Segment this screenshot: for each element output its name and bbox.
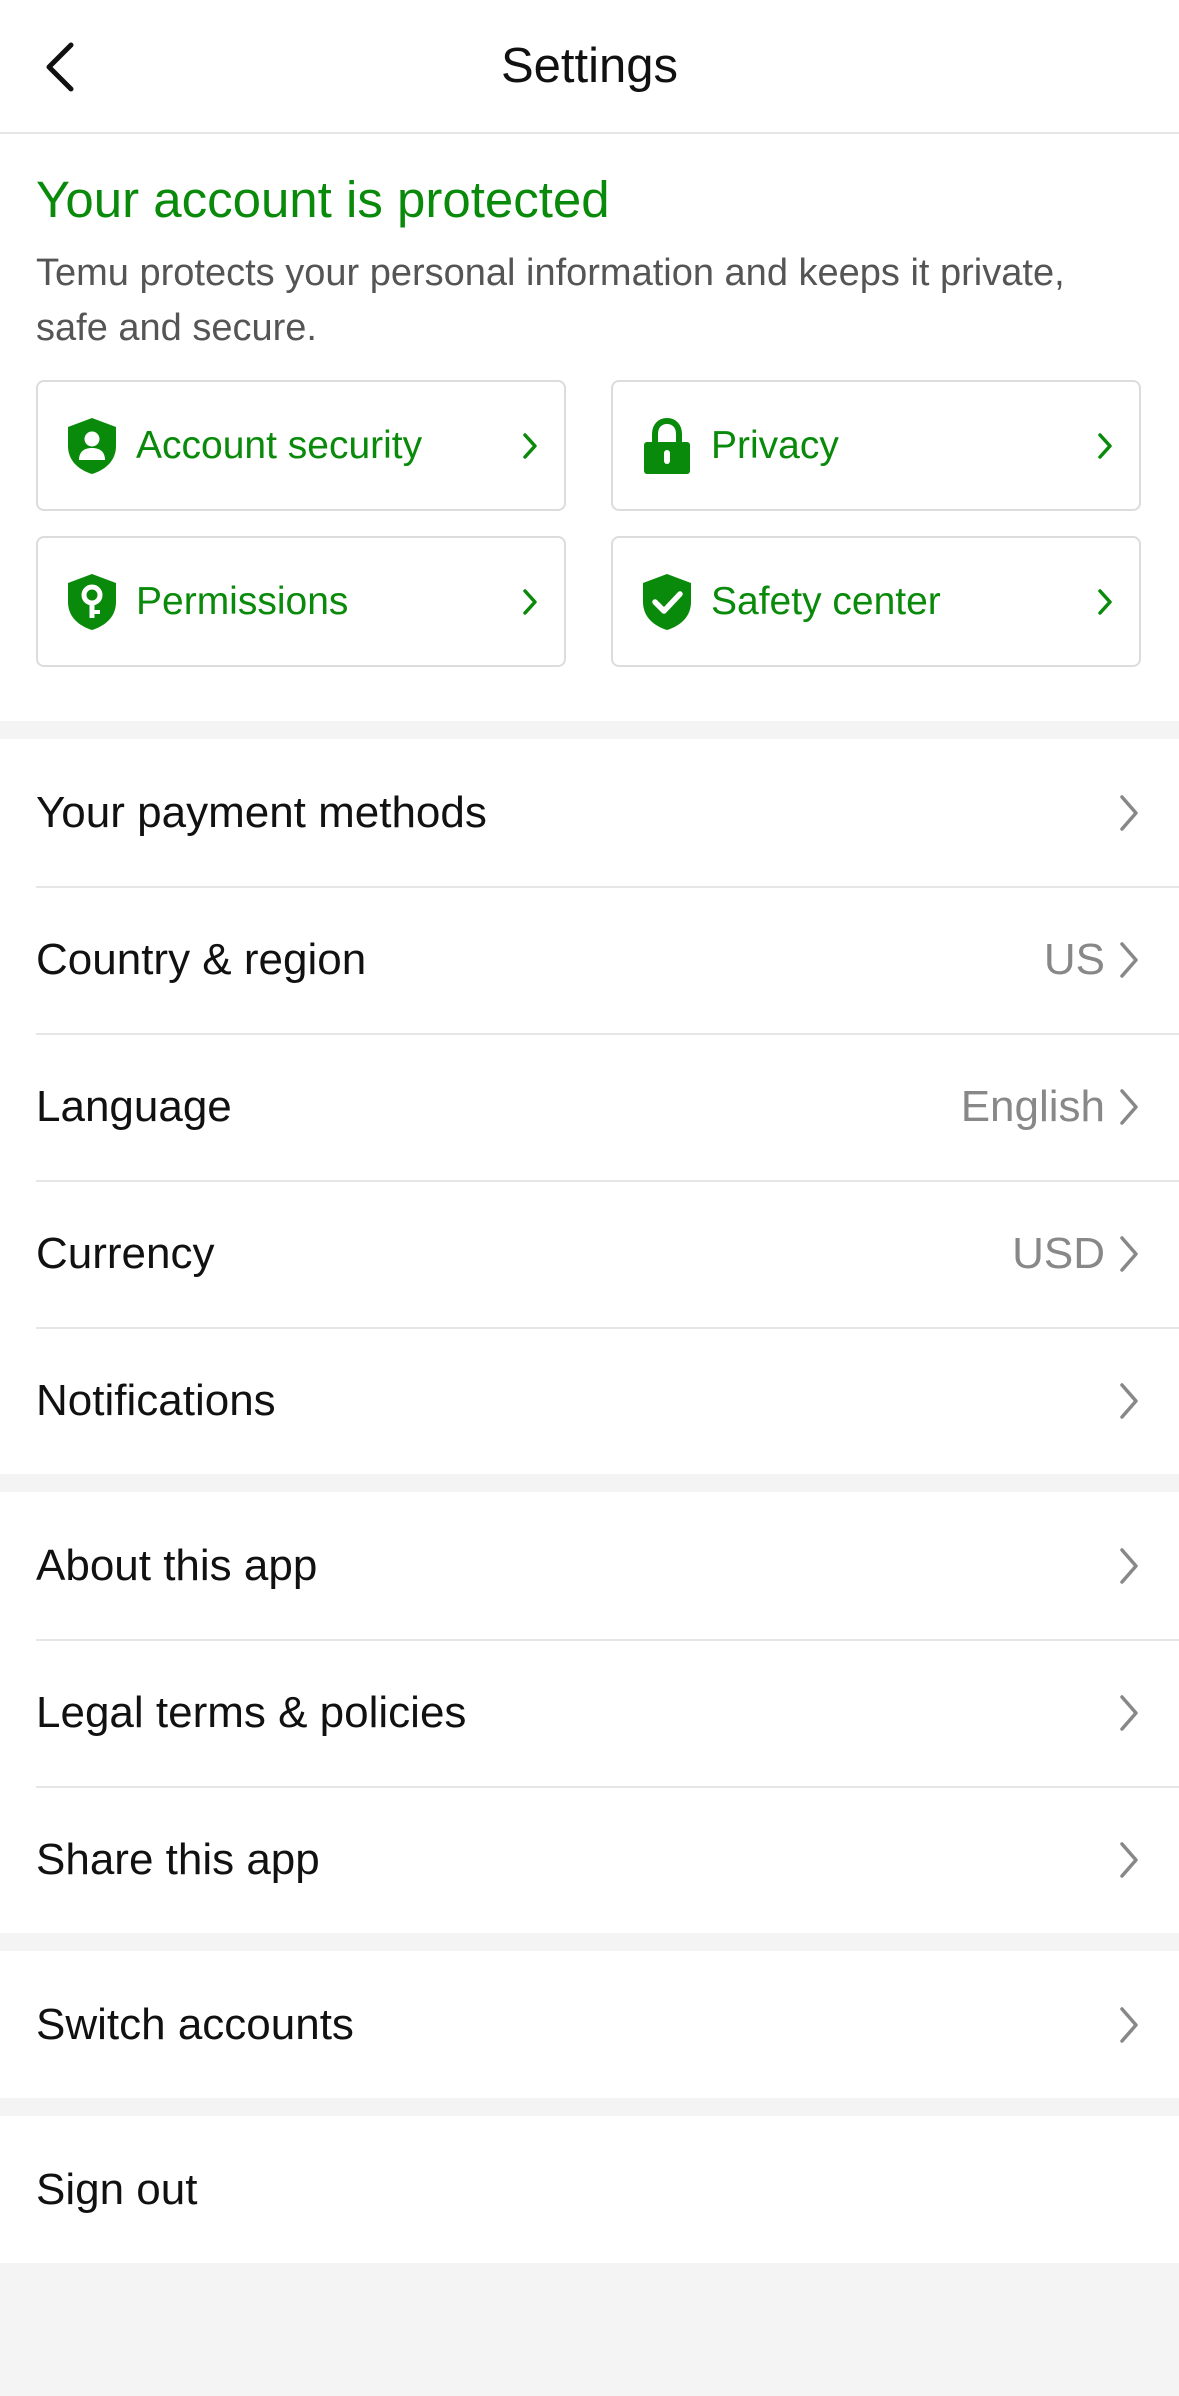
about-app-row[interactable]: About this app — [0, 1492, 1179, 1639]
page-title: Settings — [500, 39, 679, 93]
row-label: Notifications — [36, 1375, 276, 1425]
account-security-card[interactable]: Account security — [36, 380, 566, 512]
row-label: About this app — [36, 1540, 318, 1590]
sign-out-button[interactable]: Sign out — [0, 2116, 1179, 2263]
country-value: US — [1043, 934, 1105, 984]
chevron-right-icon — [1115, 791, 1143, 835]
about-group: About this app Legal terms & policies Sh… — [0, 1492, 1179, 1934]
safety-center-label: Safety center — [711, 579, 941, 623]
currency-row[interactable]: Currency USD — [0, 1180, 1179, 1327]
chevron-right-icon — [518, 429, 542, 463]
account-security-label: Account security — [136, 423, 423, 467]
shield-key-icon — [62, 572, 122, 632]
privacy-label: Privacy — [711, 423, 839, 467]
country-region-row[interactable]: Country & region US — [0, 886, 1179, 1033]
row-label: Language — [36, 1081, 232, 1131]
settings-screen: Settings Your account is protected Temu … — [0, 0, 1179, 2396]
permissions-label: Permissions — [136, 579, 349, 623]
chevron-right-icon — [1115, 1379, 1143, 1423]
chevron-right-icon — [1115, 938, 1143, 982]
row-label: Currency — [36, 1228, 215, 1278]
share-app-row[interactable]: Share this app — [0, 1786, 1179, 1933]
accounts-group: Switch accounts — [0, 1951, 1179, 2099]
currency-value: USD — [1012, 1228, 1105, 1278]
chevron-left-icon — [46, 42, 74, 92]
chevron-right-icon — [1115, 2003, 1143, 2047]
row-label: Switch accounts — [36, 1999, 354, 2049]
language-value: English — [960, 1081, 1105, 1131]
notifications-row[interactable]: Notifications — [0, 1327, 1179, 1474]
row-label: Country & region — [36, 934, 367, 984]
protection-section: Your account is protected Temu protects … — [0, 134, 1179, 722]
protection-description: Temu protects your personal information … — [36, 252, 1065, 350]
back-button[interactable] — [30, 34, 90, 100]
signout-group: Sign out — [0, 2116, 1179, 2264]
chevron-right-icon — [518, 585, 542, 619]
protection-title: Your account is protected — [36, 171, 610, 228]
chevron-right-icon — [1115, 1838, 1143, 1882]
row-label: Your payment methods — [36, 787, 487, 837]
protection-cards: Account security Privacy Permissions Saf… — [36, 380, 1143, 668]
chevron-right-icon — [1115, 1544, 1143, 1588]
row-label: Legal terms & policies — [36, 1687, 467, 1737]
chevron-right-icon — [1115, 1085, 1143, 1129]
shield-check-icon — [637, 572, 697, 632]
safety-center-card[interactable]: Safety center — [611, 536, 1141, 668]
privacy-card[interactable]: Privacy — [611, 380, 1141, 512]
chevron-right-icon — [1115, 1232, 1143, 1276]
payment-methods-row[interactable]: Your payment methods — [0, 739, 1179, 886]
shield-person-icon — [62, 416, 122, 476]
language-row[interactable]: Language English — [0, 1033, 1179, 1180]
permissions-card[interactable]: Permissions — [36, 536, 566, 668]
switch-accounts-row[interactable]: Switch accounts — [0, 1951, 1179, 2098]
lock-icon — [637, 416, 697, 476]
chevron-right-icon — [1093, 585, 1117, 619]
preferences-group: Your payment methods Country & region US… — [0, 739, 1179, 1475]
header-bar: Settings — [0, 0, 1179, 134]
chevron-right-icon — [1115, 1691, 1143, 1735]
row-label: Share this app — [36, 1834, 320, 1884]
legal-terms-row[interactable]: Legal terms & policies — [0, 1639, 1179, 1786]
chevron-right-icon — [1093, 429, 1117, 463]
row-label: Sign out — [36, 2164, 198, 2214]
